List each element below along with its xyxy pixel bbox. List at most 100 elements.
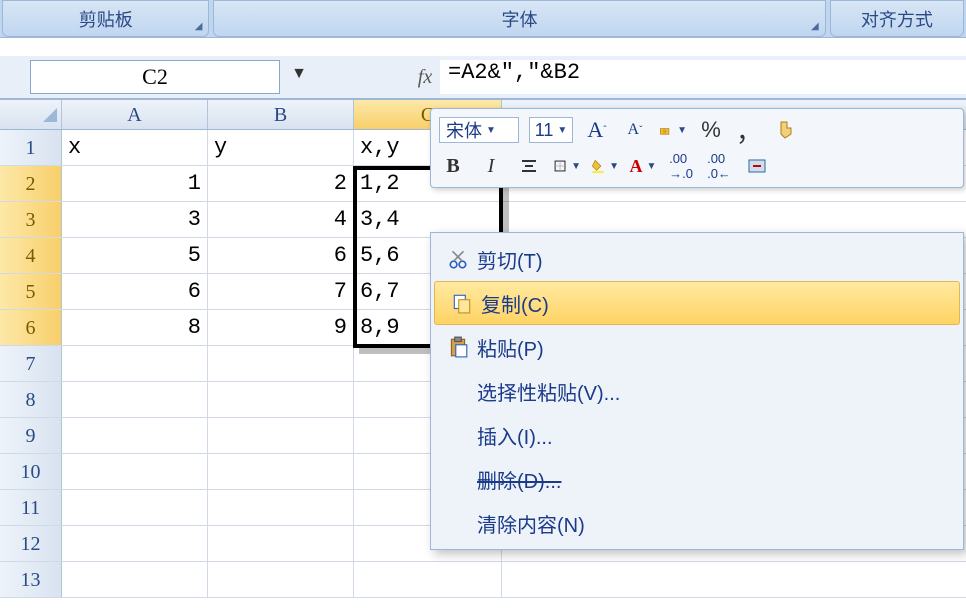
menu-item-paste[interactable]: 粘贴(P)	[431, 325, 963, 369]
cell[interactable]: 6	[62, 274, 208, 309]
menu-item-label: 复制(C)	[481, 289, 549, 318]
dialog-launcher-icon[interactable]: ◢	[811, 21, 819, 32]
format-painter-button[interactable]	[773, 117, 801, 143]
row-header[interactable]: 7	[0, 346, 62, 381]
menu-item-label: 粘贴(P)	[477, 333, 544, 362]
menu-item-label: 插入(I)...	[477, 421, 553, 450]
row-header[interactable]: 2	[0, 166, 62, 201]
menu-item-paste-special[interactable]: 选择性粘贴(V)...	[431, 369, 963, 413]
cell[interactable]	[354, 562, 502, 597]
bold-button[interactable]: B	[439, 153, 467, 179]
grow-font-button[interactable]: Aˆ	[583, 117, 611, 143]
column-header-a[interactable]: A	[62, 100, 208, 129]
menu-item-insert[interactable]: 插入(I)...	[431, 413, 963, 457]
cell[interactable]: 7	[208, 274, 354, 309]
menu-item-clear[interactable]: 清除内容(N)	[431, 501, 963, 545]
formula-input[interactable]: =A2&","&B2	[440, 60, 966, 94]
ribbon-tab-alignment[interactable]: 对齐方式	[830, 0, 964, 37]
chevron-down-icon: ▼	[557, 125, 567, 136]
chevron-down-icon: ▼	[647, 161, 657, 172]
percent-button[interactable]: %	[697, 117, 725, 143]
merge-button[interactable]	[743, 153, 771, 179]
chevron-down-icon: ▼	[571, 161, 581, 172]
fx-button[interactable]: fx	[410, 66, 440, 89]
menu-item-label: 删除(D)...	[477, 465, 561, 494]
font-name-select[interactable]: 宋体▼	[439, 117, 519, 143]
cell[interactable]: 6	[208, 238, 354, 273]
column-header-b[interactable]: B	[208, 100, 354, 129]
cell[interactable]	[208, 526, 354, 561]
cell[interactable]: 9	[208, 310, 354, 345]
row-header[interactable]: 3	[0, 202, 62, 237]
dialog-launcher-icon[interactable]: ◢	[195, 21, 203, 32]
increase-decimal-button[interactable]: .00→.0	[667, 153, 695, 179]
menu-item-delete[interactable]: 删除(D)...	[431, 457, 963, 501]
cell[interactable]: 8	[62, 310, 208, 345]
italic-button[interactable]: I	[477, 153, 505, 179]
cell[interactable]: 5	[62, 238, 208, 273]
paste-icon	[439, 336, 477, 358]
cell[interactable]	[62, 454, 208, 489]
cell[interactable]	[208, 490, 354, 525]
chevron-down-icon: ▼	[677, 125, 687, 136]
row-header[interactable]: 6	[0, 310, 62, 345]
cut-icon	[439, 248, 477, 270]
cell[interactable]	[62, 418, 208, 453]
decrease-decimal-button[interactable]: .00.0←	[705, 153, 733, 179]
chevron-down-icon: ▼	[609, 161, 619, 172]
font-color-button[interactable]: A▼	[629, 153, 657, 179]
cell[interactable]: 4	[208, 202, 354, 237]
accounting-format-button[interactable]: ▼	[659, 117, 687, 143]
formula-bar: C2 ▼ fx =A2&","&B2	[0, 56, 966, 100]
chevron-down-icon: ▼	[486, 125, 496, 136]
cell[interactable]	[208, 346, 354, 381]
cell[interactable]	[208, 418, 354, 453]
name-box-value: C2	[142, 64, 168, 90]
select-all-corner[interactable]	[0, 100, 62, 129]
row-header[interactable]: 1	[0, 130, 62, 165]
font-size-select[interactable]: 11▼	[529, 117, 573, 143]
shrink-font-button[interactable]: Aˇ	[621, 117, 649, 143]
borders-button[interactable]: ▼	[553, 153, 581, 179]
menu-item-label: 剪切(T)	[477, 245, 543, 274]
ribbon-tab-label: 剪贴板	[79, 6, 133, 32]
comma-button[interactable]: ，	[735, 117, 763, 143]
cell[interactable]	[62, 346, 208, 381]
table-row: 13	[0, 562, 966, 598]
ribbon-tab-font[interactable]: 字体 ◢	[213, 0, 825, 37]
ribbon-tab-clipboard[interactable]: 剪贴板 ◢	[2, 0, 209, 37]
cell[interactable]: 3	[62, 202, 208, 237]
row-header[interactable]: 8	[0, 382, 62, 417]
fill-color-button[interactable]: ▼	[591, 153, 619, 179]
cell[interactable]	[62, 562, 208, 597]
cell[interactable]	[208, 562, 354, 597]
ribbon-tab-label: 字体	[502, 6, 538, 32]
copy-icon	[443, 292, 481, 314]
menu-item-copy[interactable]: 复制(C)	[434, 281, 960, 325]
row-header[interactable]: 11	[0, 490, 62, 525]
row-header[interactable]: 10	[0, 454, 62, 489]
row-header[interactable]: 4	[0, 238, 62, 273]
context-menu: 剪切(T) 复制(C) 粘贴(P) 选择性粘贴(V)... 插入(I)... 删…	[430, 232, 964, 550]
cell[interactable]: 1	[62, 166, 208, 201]
cell[interactable]: x	[62, 130, 208, 165]
row-header[interactable]: 5	[0, 274, 62, 309]
cell[interactable]: y	[208, 130, 354, 165]
ribbon-tabs: 剪贴板 ◢ 字体 ◢ 对齐方式	[0, 0, 966, 38]
row-header[interactable]: 12	[0, 526, 62, 561]
ribbon-tab-label: 对齐方式	[861, 6, 933, 32]
cell[interactable]	[208, 382, 354, 417]
row-header[interactable]: 9	[0, 418, 62, 453]
name-box[interactable]: C2 ▼	[30, 60, 280, 94]
cell[interactable]	[208, 454, 354, 489]
row-header[interactable]: 13	[0, 562, 62, 597]
chevron-down-icon[interactable]: ▼	[291, 65, 307, 83]
menu-item-cut[interactable]: 剪切(T)	[431, 237, 963, 281]
cell[interactable]	[62, 382, 208, 417]
mini-toolbar: 宋体▼ 11▼ Aˆ Aˇ ▼ % ， B I ▼ ▼ A▼ .00→.0 .0…	[430, 108, 964, 188]
center-align-button[interactable]	[515, 153, 543, 179]
cell[interactable]	[62, 526, 208, 561]
menu-item-label: 清除内容(N)	[477, 509, 585, 538]
cell[interactable]	[62, 490, 208, 525]
cell[interactable]: 2	[208, 166, 354, 201]
